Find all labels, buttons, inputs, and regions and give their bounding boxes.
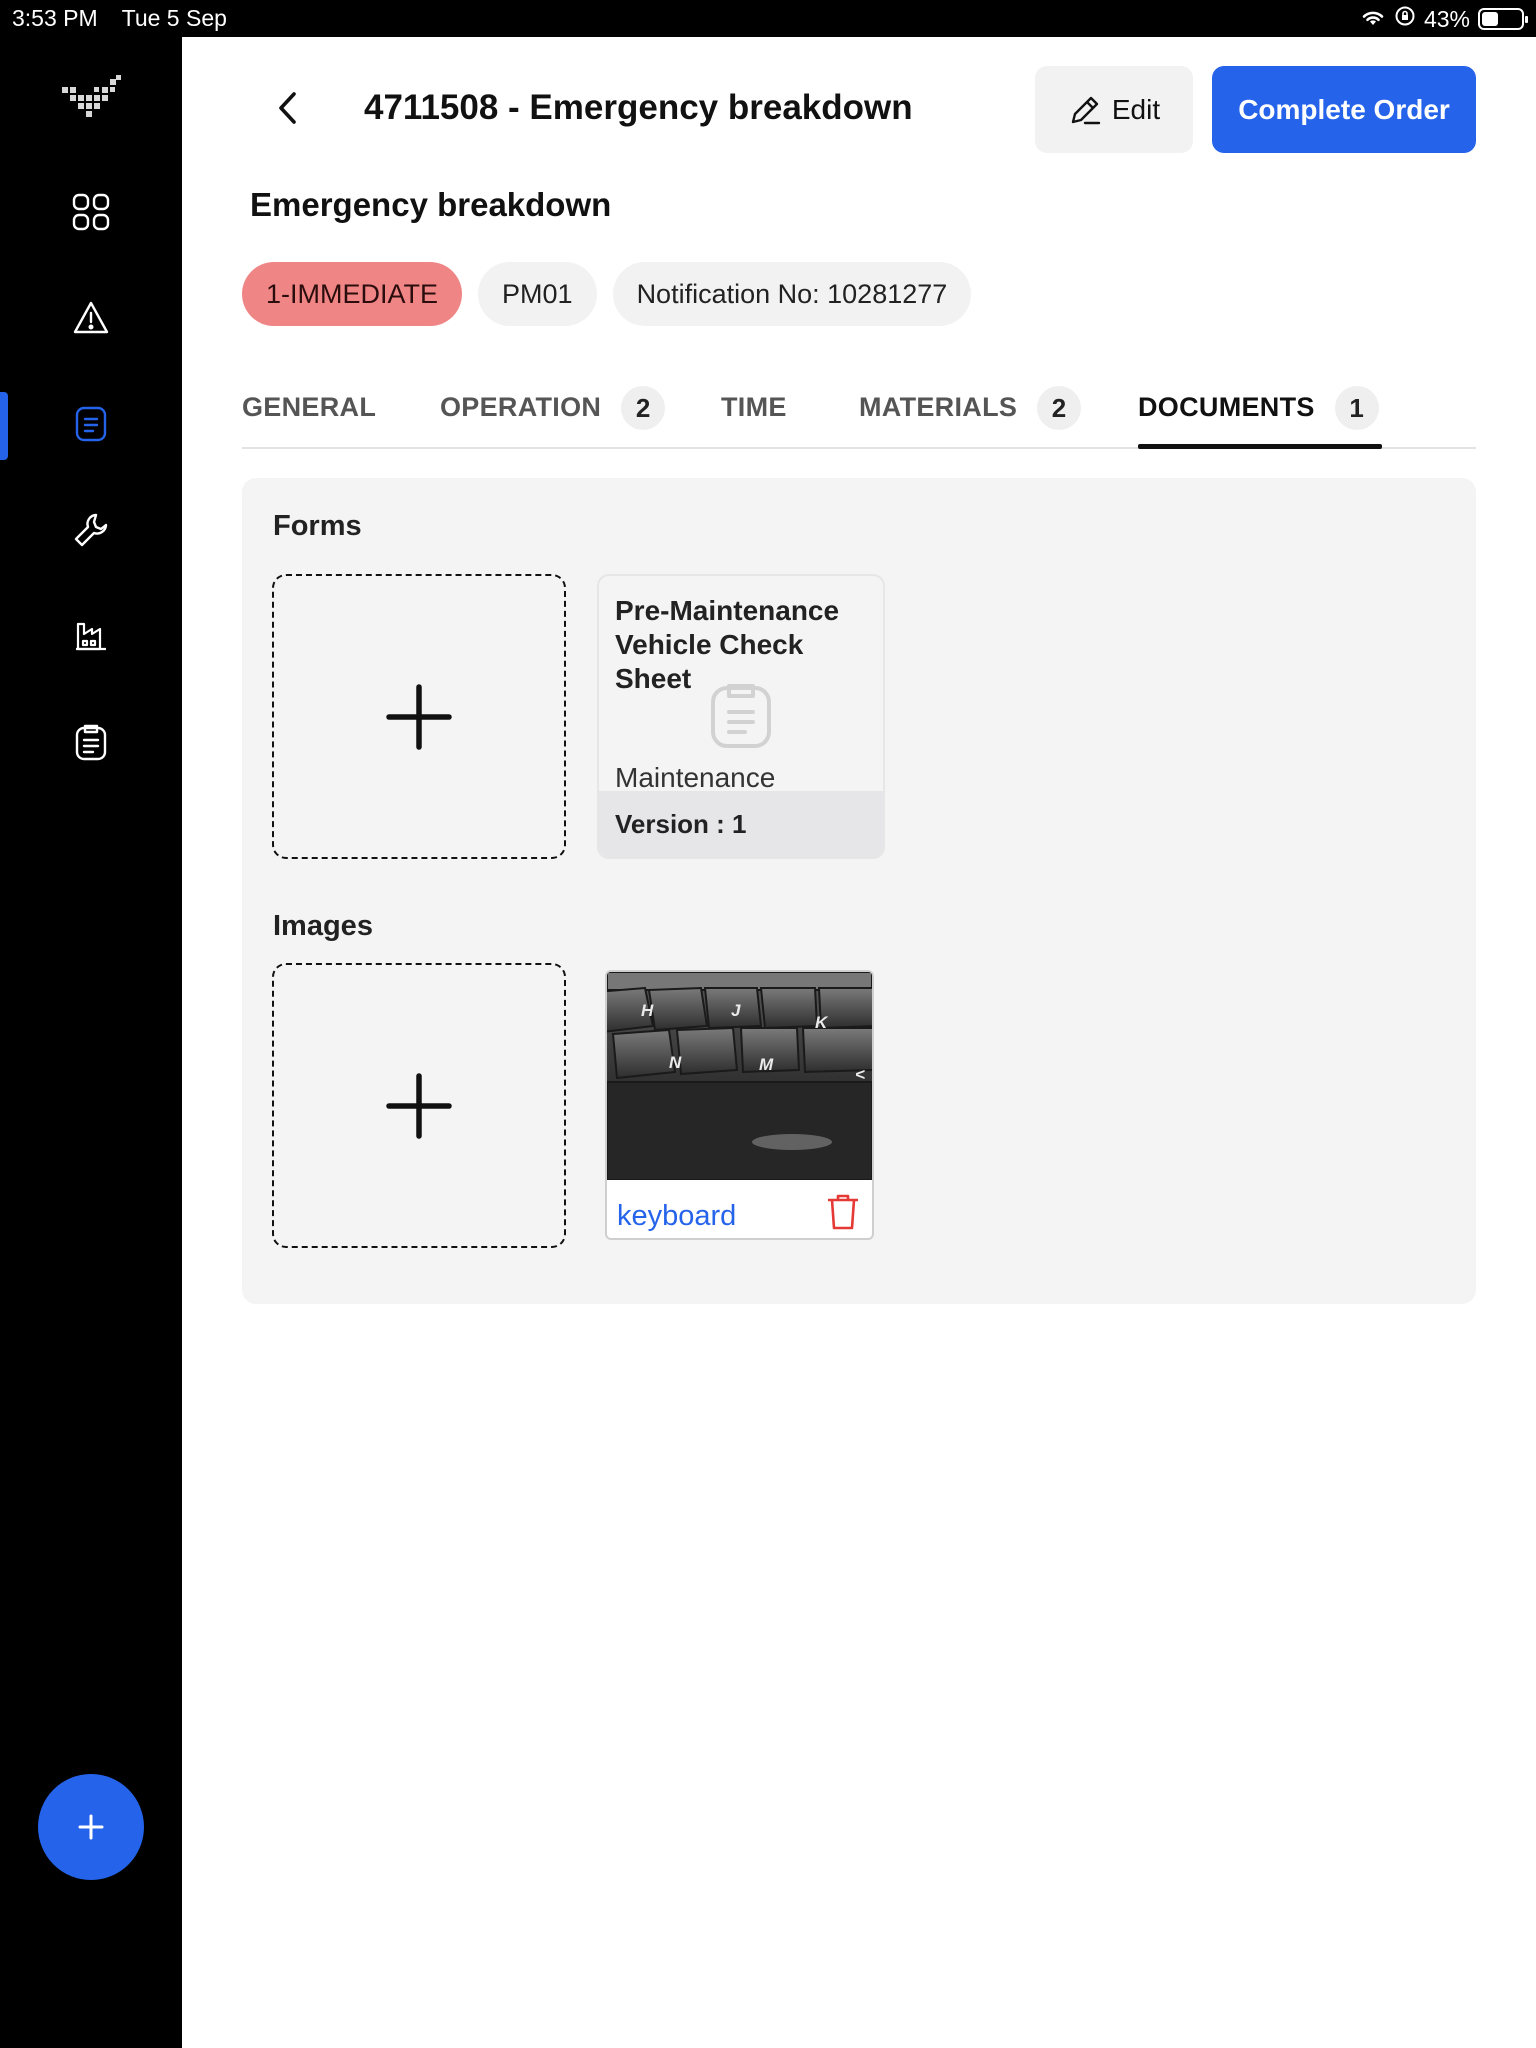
- tab-time[interactable]: TIME: [721, 380, 787, 447]
- svg-text:K: K: [815, 1013, 829, 1032]
- tab-label: OPERATION: [440, 392, 602, 422]
- nav-active-indicator: [0, 392, 8, 460]
- add-image-button[interactable]: [272, 963, 566, 1248]
- notification-chip: Notification No: 10281277: [612, 262, 972, 326]
- delete-image-button[interactable]: [826, 1192, 860, 1237]
- add-form-button[interactable]: [272, 574, 566, 859]
- svg-text:H: H: [641, 1001, 654, 1020]
- status-bar: 3:53 PM Tue 5 Sep 43%: [0, 0, 1536, 37]
- form-version: Version : 1: [599, 791, 883, 857]
- image-card[interactable]: H J K N M < keyboard: [605, 970, 874, 1240]
- image-caption: keyboard: [617, 1200, 737, 1232]
- order-type-chip: PM01: [478, 262, 597, 326]
- plus-icon: [386, 683, 452, 750]
- tab-label: MATERIALS: [859, 392, 1018, 422]
- add-fab-button[interactable]: [38, 1774, 144, 1880]
- svg-text:J: J: [731, 1001, 741, 1020]
- tab-label: TIME: [721, 392, 787, 422]
- back-button[interactable]: [266, 86, 310, 130]
- image-thumbnail[interactable]: H J K N M <: [607, 972, 872, 1180]
- tab-count-badge: 1: [1334, 386, 1379, 430]
- images-section-title: Images: [273, 910, 373, 942]
- order-chips: 1-IMMEDIATE PM01 Notification No: 102812…: [242, 262, 972, 326]
- clipboard-icon[interactable]: [66, 717, 116, 767]
- svg-text:N: N: [669, 1053, 682, 1072]
- status-time: 3:53 PM: [12, 5, 98, 31]
- app-logo: [58, 73, 124, 129]
- tab-documents[interactable]: DOCUMENTS 1: [1138, 380, 1379, 447]
- pencil-icon: [1071, 96, 1101, 124]
- warning-triangle-icon[interactable]: [66, 293, 116, 343]
- priority-chip: 1-IMMEDIATE: [242, 262, 463, 326]
- svg-text:<: <: [855, 1065, 865, 1084]
- complete-order-button[interactable]: Complete Order: [1212, 66, 1476, 153]
- edit-button-label: Edit: [1111, 93, 1161, 125]
- form-document-icon: [709, 680, 773, 755]
- trash-icon: [828, 1194, 858, 1230]
- forms-section-title: Forms: [273, 510, 362, 542]
- work-order-document-icon[interactable]: [66, 399, 116, 449]
- tab-general[interactable]: GENERAL: [242, 380, 376, 447]
- sidebar: [0, 37, 182, 2048]
- battery-percent: 43%: [1423, 5, 1470, 32]
- tab-bar: GENERAL OPERATION 2 TIME MATERIALS 2 DOC…: [242, 380, 1476, 449]
- factory-icon[interactable]: [66, 611, 116, 661]
- page-title: 4711508 - Emergency breakdown: [364, 88, 913, 127]
- wrench-icon[interactable]: [66, 505, 116, 555]
- tab-materials[interactable]: MATERIALS 2: [859, 380, 1082, 447]
- svg-text:M: M: [759, 1055, 774, 1074]
- plus-icon: [386, 1072, 452, 1139]
- battery-icon: [1478, 8, 1528, 30]
- active-tab-indicator: [1138, 444, 1382, 449]
- chevron-left-icon: [279, 92, 296, 124]
- tab-count-badge: 2: [621, 386, 666, 430]
- edit-button[interactable]: Edit: [1035, 66, 1193, 153]
- tab-operation[interactable]: OPERATION 2: [440, 380, 666, 447]
- plus-icon: [78, 1814, 104, 1840]
- wifi-icon: [1360, 6, 1386, 33]
- status-date: Tue 5 Sep: [121, 5, 227, 31]
- complete-order-label: Complete Order: [1238, 93, 1450, 125]
- orientation-lock-icon: [1394, 5, 1416, 33]
- tab-label: DOCUMENTS: [1138, 392, 1315, 422]
- tab-label: GENERAL: [242, 392, 377, 422]
- dashboard-grid-icon[interactable]: [66, 187, 116, 237]
- tab-count-badge: 2: [1037, 386, 1082, 430]
- form-card[interactable]: Pre-Maintenance Vehicle Check Sheet Main…: [597, 574, 885, 859]
- order-description: Emergency breakdown: [250, 186, 612, 223]
- form-category: Maintenance: [615, 762, 776, 793]
